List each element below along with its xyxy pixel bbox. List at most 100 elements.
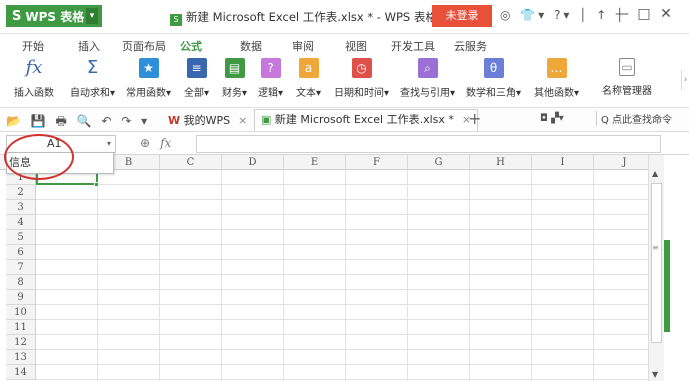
formula-input[interactable]: [196, 135, 661, 153]
wps-logo-icon: S: [12, 8, 22, 24]
document-title-text: 新建 Microsoft Excel 工作表.xlsx * - WPS 表格: [186, 10, 437, 24]
column-header[interactable]: C: [160, 155, 222, 170]
toolbar-right-icons[interactable]: ◘ ▞▾: [540, 113, 564, 124]
financial-button[interactable]: ▤ 财务▾: [222, 58, 247, 106]
ribbon-label: 其他函数▾: [534, 88, 580, 99]
text-icon: a: [298, 58, 319, 78]
lookup-reference-button[interactable]: ⌕ 查找与引用▾: [400, 58, 455, 106]
name-manager-button[interactable]: ▭ 名称管理器: [602, 58, 652, 106]
row-header[interactable]: 13: [6, 350, 36, 365]
row-header[interactable]: 10: [6, 305, 36, 320]
scrollbar-thumb[interactable]: [651, 183, 662, 343]
row-header[interactable]: 14: [6, 365, 36, 380]
menu-bar: 开始 插入 页面布局 公式 数据 审阅 视图 开发工具 云服务: [0, 34, 689, 59]
question-icon: ?: [260, 58, 281, 78]
finance-icon: ▤: [224, 58, 245, 78]
ribbon-label: 名称管理器: [602, 86, 652, 97]
autosum-button[interactable]: Σ 自动求和▾: [70, 58, 115, 106]
tab-review[interactable]: 审阅: [292, 38, 314, 54]
cell-area[interactable]: [36, 170, 660, 381]
ribbon-label: 数学和三角▾: [466, 88, 522, 99]
column-header[interactable]: E: [284, 155, 346, 170]
row-header[interactable]: 5: [6, 230, 36, 245]
tab-view[interactable]: 视图: [345, 38, 367, 54]
wps-app-button[interactable]: S WPS 表格 ▾: [6, 5, 102, 27]
list-icon: ≡: [186, 58, 207, 78]
row-header[interactable]: 2: [6, 185, 36, 200]
other-functions-button[interactable]: … 其他函数▾: [534, 58, 579, 106]
command-search[interactable]: Q 点此查找命令: [596, 111, 672, 126]
titlebar-tool-icons[interactable]: ◎ 👕▾ ?▾ │ ↑ │: [500, 8, 626, 22]
app-button-label: WPS 表格: [25, 9, 85, 24]
tab-start[interactable]: 开始: [22, 38, 44, 54]
tab-label: 我的WPS: [183, 114, 231, 127]
new-tab-button[interactable]: +: [468, 109, 481, 128]
row-header[interactable]: 6: [6, 245, 36, 260]
text-button[interactable]: a 文本▾: [296, 58, 321, 106]
tab-my-wps[interactable]: W 我的WPS ×: [168, 112, 247, 128]
row-header[interactable]: 11: [6, 320, 36, 335]
column-header[interactable]: H: [470, 155, 532, 170]
document-title: S 新建 Microsoft Excel 工作表.xlsx * - WPS 表格: [170, 9, 437, 26]
tab-developer[interactable]: 开发工具: [391, 38, 435, 54]
column-header[interactable]: I: [532, 155, 594, 170]
tab-workbook[interactable]: ▣ 新建 Microsoft Excel 工作表.xlsx * ×: [254, 109, 479, 131]
row-header[interactable]: 12: [6, 335, 36, 350]
maximize-button[interactable]: □: [634, 6, 654, 22]
math-trig-button[interactable]: θ 数学和三角▾: [466, 58, 521, 106]
row-header[interactable]: 7: [6, 260, 36, 275]
row-header[interactable]: 8: [6, 275, 36, 290]
search-icon: ⌕: [417, 58, 438, 78]
tab-insert[interactable]: 插入: [78, 38, 100, 54]
chevron-down-icon[interactable]: ▾: [107, 136, 111, 152]
clock-icon: ◷: [351, 58, 372, 78]
formula-tools: ⊕ fx: [140, 136, 171, 150]
tab-formulas[interactable]: 公式: [176, 38, 206, 59]
close-button[interactable]: ✕: [656, 6, 676, 22]
row-header[interactable]: 3: [6, 200, 36, 215]
name-manager-icon: ▭: [619, 58, 635, 76]
scroll-down-icon[interactable]: ▼: [652, 370, 658, 379]
column-header[interactable]: F: [346, 155, 408, 170]
title-bar: S WPS 表格 ▾ S 新建 Microsoft Excel 工作表.xlsx …: [0, 0, 689, 34]
grip-icon: ≡: [652, 243, 659, 252]
column-header[interactable]: D: [222, 155, 284, 170]
common-functions-button[interactable]: ★ 常用函数▾: [126, 58, 171, 106]
wps-w-icon: W: [168, 114, 181, 127]
close-tab-icon[interactable]: ×: [238, 114, 247, 127]
date-time-button[interactable]: ◷ 日期和时间▾: [334, 58, 389, 106]
vertical-scrollbar[interactable]: ▲ ≡ ▼: [648, 155, 664, 381]
theta-icon: θ: [483, 58, 504, 78]
row-header[interactable]: 9: [6, 290, 36, 305]
column-header[interactable]: J: [594, 155, 656, 170]
quick-access-icons[interactable]: 📂 💾 🖶 🔍 ↶ ↷ ▾: [6, 112, 150, 133]
function-icon: fx: [25, 57, 43, 78]
insert-function-button[interactable]: fx 插入函数: [14, 58, 54, 106]
sigma-icon: Σ: [86, 57, 99, 78]
chevron-down-icon[interactable]: ▾: [86, 8, 98, 24]
scroll-up-icon[interactable]: ▲: [652, 169, 658, 178]
insert-function-icon[interactable]: fx: [160, 136, 171, 150]
ribbon-scroll-right[interactable]: ›: [681, 70, 689, 90]
column-header[interactable]: G: [408, 155, 470, 170]
tab-data[interactable]: 数据: [240, 38, 262, 54]
fill-handle[interactable]: [94, 182, 99, 187]
row-header[interactable]: 4: [6, 215, 36, 230]
ribbon-label: 文本▾: [296, 88, 322, 99]
star-icon: ★: [138, 58, 159, 78]
ribbon: fx 插入函数 Σ 自动求和▾ ★ 常用函数▾ ≡ 全部▾ ▤ 财务▾ ? 逻辑…: [0, 56, 689, 108]
logical-button[interactable]: ? 逻辑▾: [258, 58, 283, 106]
tab-cloud[interactable]: 云服务: [454, 38, 487, 54]
login-button[interactable]: 未登录: [432, 5, 492, 27]
spreadsheet-grid[interactable]: A B C D E F G H I J 1 2 3 4 5 6 7 8 9 10…: [0, 155, 660, 381]
spreadsheet-file-icon: ▣: [261, 113, 272, 126]
all-functions-button[interactable]: ≡ 全部▾: [184, 58, 209, 106]
side-panel-tab[interactable]: [664, 240, 670, 332]
tab-page-layout[interactable]: 页面布局: [122, 38, 166, 54]
ribbon-label: 全部▾: [184, 88, 210, 99]
annotation-circle: [4, 134, 74, 180]
zoom-icon[interactable]: ⊕: [140, 136, 150, 150]
minimize-button[interactable]: —: [612, 6, 632, 22]
ribbon-label: 插入函数: [14, 88, 54, 99]
ribbon-label: 查找与引用▾: [400, 88, 456, 99]
